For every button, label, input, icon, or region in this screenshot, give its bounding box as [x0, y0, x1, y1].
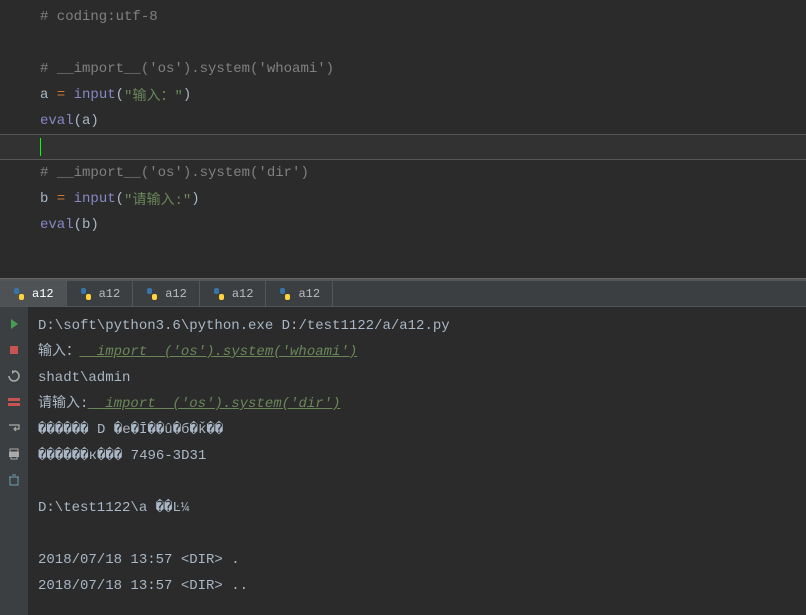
code-line: eval(a)	[0, 108, 806, 134]
layout-button[interactable]	[3, 391, 25, 413]
user-input: __import__('os').system('whoami')	[80, 344, 357, 360]
cursor-line	[0, 134, 806, 160]
run-tab-bar: a12 a12 a12 a12 a12	[0, 281, 806, 307]
rerun-button[interactable]	[3, 313, 25, 335]
python-file-icon	[278, 287, 292, 301]
python-file-icon	[145, 287, 159, 301]
trash-button[interactable]	[3, 469, 25, 491]
python-file-icon	[212, 287, 226, 301]
code-line: b = input("请输入:")	[0, 186, 806, 212]
caret-icon	[40, 138, 41, 156]
code-editor[interactable]: # coding:utf-8 # __import__('os').system…	[0, 0, 806, 278]
user-input: __import__('os').system('dir')	[88, 396, 340, 412]
python-file-icon	[12, 287, 26, 301]
print-button[interactable]	[3, 443, 25, 465]
soft-wrap-button[interactable]	[3, 417, 25, 439]
console-panel: D:\soft\python3.6\python.exe D:/test1122…	[0, 307, 806, 615]
code-line: eval(b)	[0, 212, 806, 238]
blank-line	[38, 469, 796, 495]
python-file-icon	[79, 287, 93, 301]
run-tab[interactable]: a12	[266, 281, 333, 306]
tab-label: a12	[165, 287, 187, 301]
output-line: shadt\admin	[38, 365, 796, 391]
code-line: a = input("输入：")	[0, 82, 806, 108]
tab-label: a12	[99, 287, 121, 301]
code-comment: # coding:utf-8	[40, 9, 158, 25]
code-comment: # __import__('os').system('whoami')	[40, 61, 334, 77]
output-line: ������к��� 7496-3D31	[38, 443, 796, 469]
tab-label: a12	[32, 287, 54, 301]
console-output[interactable]: D:\soft\python3.6\python.exe D:/test1122…	[28, 307, 806, 615]
console-toolbar	[0, 307, 28, 615]
blank-line	[38, 521, 796, 547]
output-line: ������ D �е�Ī��û�б�ǩ��	[38, 417, 796, 443]
stop-button[interactable]	[3, 339, 25, 361]
command-line: D:\soft\python3.6\python.exe D:/test1122…	[38, 313, 796, 339]
output-line: D:\test1122\a ��Ŀ¼	[38, 495, 796, 521]
restart-button[interactable]	[3, 365, 25, 387]
output-line: 输入：__import__('os').system('whoami')	[38, 339, 796, 365]
output-line: 2018/07/18 13:57 <DIR> .	[38, 547, 796, 573]
output-line: 请输入:__import__('os').system('dir')	[38, 391, 796, 417]
tab-label: a12	[232, 287, 254, 301]
run-tab[interactable]: a12	[200, 281, 267, 306]
run-tab[interactable]: a12	[0, 281, 67, 306]
output-line: 2018/07/18 13:57 <DIR> ..	[38, 573, 796, 599]
run-tab[interactable]: a12	[133, 281, 200, 306]
blank-line	[0, 30, 806, 56]
code-comment: # __import__('os').system('dir')	[40, 165, 309, 181]
tab-label: a12	[298, 287, 320, 301]
run-tab[interactable]: a12	[67, 281, 134, 306]
